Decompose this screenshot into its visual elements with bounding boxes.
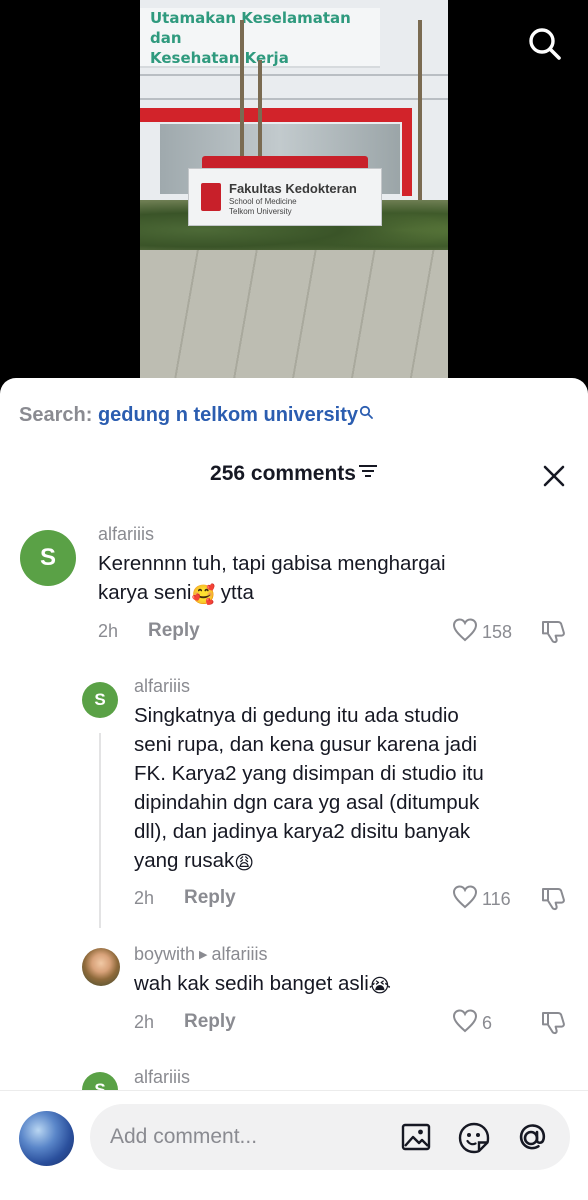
comment-text-line: Singkatnya di gedung itu ada studio (134, 704, 459, 727)
search-icon (359, 402, 373, 425)
search-label: Search: (19, 404, 93, 426)
sign-title: Fakultas Kedokteran (229, 181, 357, 196)
reply-button[interactable]: Reply (184, 887, 236, 909)
like-button[interactable]: 116 (452, 885, 511, 914)
comment-text-segment: karya seni (98, 581, 192, 604)
dislike-icon[interactable] (540, 885, 568, 916)
avatar-letter: S (39, 544, 56, 571)
heart-icon (452, 618, 478, 647)
search-icon[interactable] (527, 26, 563, 62)
close-icon[interactable] (540, 462, 568, 490)
video-banner: Utamakan Keselamatan dan Kesehatan Kerja (140, 8, 380, 68)
comments-sheet: Search: gedung n telkom university 256 c… (0, 378, 588, 1200)
like-button[interactable]: 158 (452, 618, 512, 647)
comment-username[interactable]: alfariiis (134, 676, 190, 697)
reply-to-username[interactable]: alfariiis (212, 944, 268, 964)
dislike-icon[interactable] (540, 1009, 568, 1040)
sign-subtitle-1: School of Medicine (229, 197, 297, 206)
heart-icon (452, 1009, 478, 1038)
comment-username-row: boywith ▶ alfariiis (134, 944, 268, 965)
heart-icon (452, 885, 478, 914)
search-term-link[interactable]: gedung n telkom university (98, 404, 358, 426)
comment-text-line: dipindahin dgn cara yg asal (ditumpuk (134, 791, 480, 814)
video-sign: Fakultas Kedokteran School of Medicine T… (188, 168, 382, 226)
like-button[interactable]: 6 (452, 1009, 492, 1038)
comment-time: 2h (134, 888, 155, 908)
avatar[interactable]: S (82, 682, 118, 718)
search-suggestion[interactable]: Search: gedung n telkom university (19, 404, 373, 427)
avatar[interactable]: S (20, 530, 76, 586)
comment-username[interactable]: alfariiis (98, 524, 154, 545)
crying-face-emoji: 😭 (368, 976, 391, 997)
reply-arrow-icon: ▶ (199, 949, 208, 961)
dislike-icon[interactable] (540, 618, 568, 649)
avatar[interactable] (82, 948, 120, 986)
reply-item: boywith ▶ alfariiis wah kak sedih banget a… (0, 942, 588, 1042)
like-count: 158 (482, 622, 513, 642)
sort-icon[interactable] (358, 463, 378, 484)
comment-username[interactable]: alfariiis (134, 1067, 190, 1088)
comment-time: 2h (134, 1012, 155, 1032)
emoji-sticker-icon[interactable] (457, 1121, 490, 1154)
comment-text-line: Kerennnn tuh, tapi gabisa menghargai (98, 552, 446, 575)
sign-subtitle-2: Telkom University (229, 207, 292, 216)
comment-text-line: seni rupa, dan kena gusur karena jadi (134, 733, 478, 756)
comment-text: Kerennnn tuh, tapi gabisa menghargai kar… (98, 549, 568, 607)
comment-text-segment: wah kak sedih banget asli (134, 972, 369, 995)
comment-username[interactable]: boywith (134, 944, 195, 964)
comment-text-line: yang rusak😩 (134, 846, 574, 875)
comment-text: wah kak sedih banget asli😭 (134, 969, 574, 998)
comments-count: 256 comments (210, 462, 356, 485)
like-count: 6 (482, 1013, 493, 1033)
university-logo-icon (201, 183, 221, 211)
comments-header: 256 comments (0, 462, 588, 492)
video-frame: Utamakan Keselamatan dan Kesehatan Kerja… (140, 0, 448, 400)
comment-item: S alfariiis Kerennnn tuh, tapi gabisa me… (0, 518, 588, 658)
reply-item: S alfariiis Singkatnya di gedung itu ada… (0, 674, 588, 914)
avatar-letter: S (94, 690, 106, 709)
comment-text-line: karya seni🥰 ytta (98, 578, 568, 607)
current-user-avatar[interactable] (19, 1111, 74, 1166)
comment-composer (0, 1090, 588, 1200)
comment-input[interactable] (110, 1104, 390, 1170)
comment-time: 2h (98, 621, 119, 641)
reply-button[interactable]: Reply (184, 1011, 236, 1033)
comment-text-segment: yang rusak (134, 849, 235, 872)
mention-icon[interactable] (514, 1121, 546, 1153)
smiling-hearts-emoji: 🥰 (191, 585, 216, 606)
comment-text-line: FK. Karya2 yang disimpan di studio itu (134, 762, 484, 785)
weary-face-emoji: 😩 (234, 853, 255, 874)
image-icon[interactable] (400, 1121, 432, 1153)
comment-text-line: dll), dan jadinya karya2 disitu banyak (134, 820, 471, 843)
banner-text-line1: Utamakan Keselamatan dan (150, 9, 351, 47)
comment-input-container[interactable] (90, 1104, 570, 1170)
reply-button[interactable]: Reply (148, 620, 200, 642)
comment-text-segment: ytta (215, 581, 254, 604)
comment-text: Singkatnya di gedung itu ada studio seni… (134, 701, 574, 875)
video-player[interactable]: Utamakan Keselamatan dan Kesehatan Kerja… (0, 0, 588, 400)
like-count: 116 (482, 889, 511, 909)
